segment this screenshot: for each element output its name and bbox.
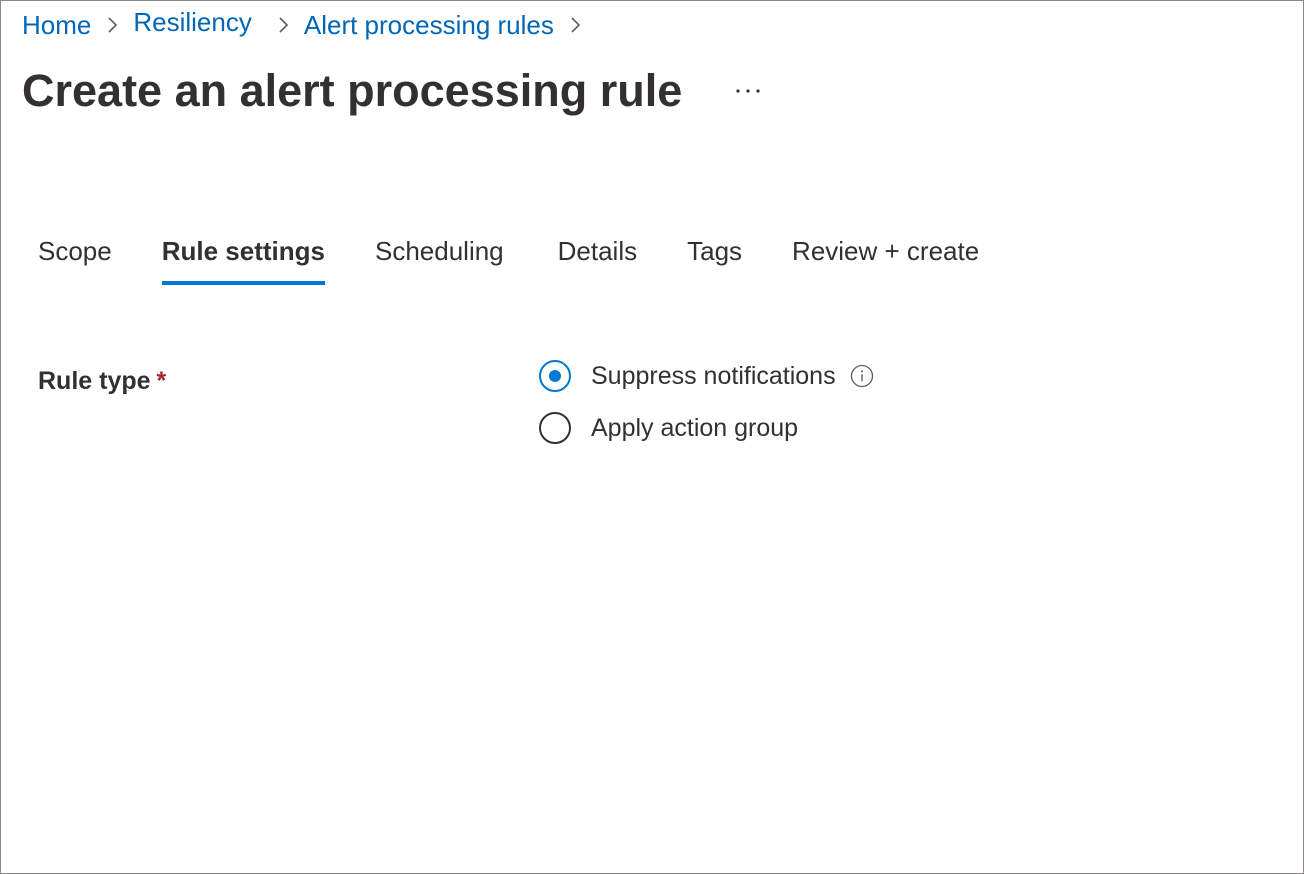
ellipsis-icon[interactable] — [734, 77, 762, 105]
breadcrumb-resiliency[interactable]: Resiliency — [133, 7, 252, 38]
title-row: Create an alert processing rule — [22, 65, 762, 117]
page-title: Create an alert processing rule — [22, 65, 683, 116]
chevron-right-icon — [107, 17, 119, 33]
tab-tags[interactable]: Tags — [687, 229, 742, 285]
tab-rule-settings[interactable]: Rule settings — [161, 229, 326, 285]
required-marker: * — [156, 367, 167, 395]
tab-details[interactable]: Details — [558, 229, 637, 285]
radio-button-apply-action-group[interactable] — [539, 412, 571, 444]
page-frame: Home Resiliency Alert processing rules C… — [0, 0, 1304, 874]
radio-label-suppress-notifications: Suppress notifications — [591, 361, 836, 390]
tab-scope[interactable]: Scope — [38, 229, 112, 285]
radio-label-apply-action-group: Apply action group — [591, 413, 799, 442]
breadcrumb-alert-processing-rules[interactable]: Alert processing rules — [304, 10, 554, 41]
rule-type-label-text: Rule type — [38, 367, 151, 395]
tab-review-create[interactable]: Review + create — [792, 229, 979, 285]
tab-bar: Scope Rule settings Scheduling Details T… — [38, 229, 1029, 285]
radio-option-suppress-notifications[interactable]: Suppress notifications — [539, 357, 874, 395]
tab-scheduling[interactable]: Scheduling — [375, 229, 504, 285]
chevron-right-icon — [570, 17, 582, 33]
info-icon[interactable] — [850, 364, 874, 388]
rule-type-radio-group: Suppress notifications Apply action grou… — [539, 357, 874, 461]
breadcrumb-home[interactable]: Home — [22, 10, 91, 41]
radio-option-apply-action-group[interactable]: Apply action group — [539, 409, 874, 447]
breadcrumb: Home Resiliency Alert processing rules — [22, 7, 596, 43]
rule-type-label: Rule type * — [38, 367, 166, 396]
chevron-right-icon — [278, 17, 290, 33]
radio-button-suppress-notifications[interactable] — [539, 360, 571, 392]
